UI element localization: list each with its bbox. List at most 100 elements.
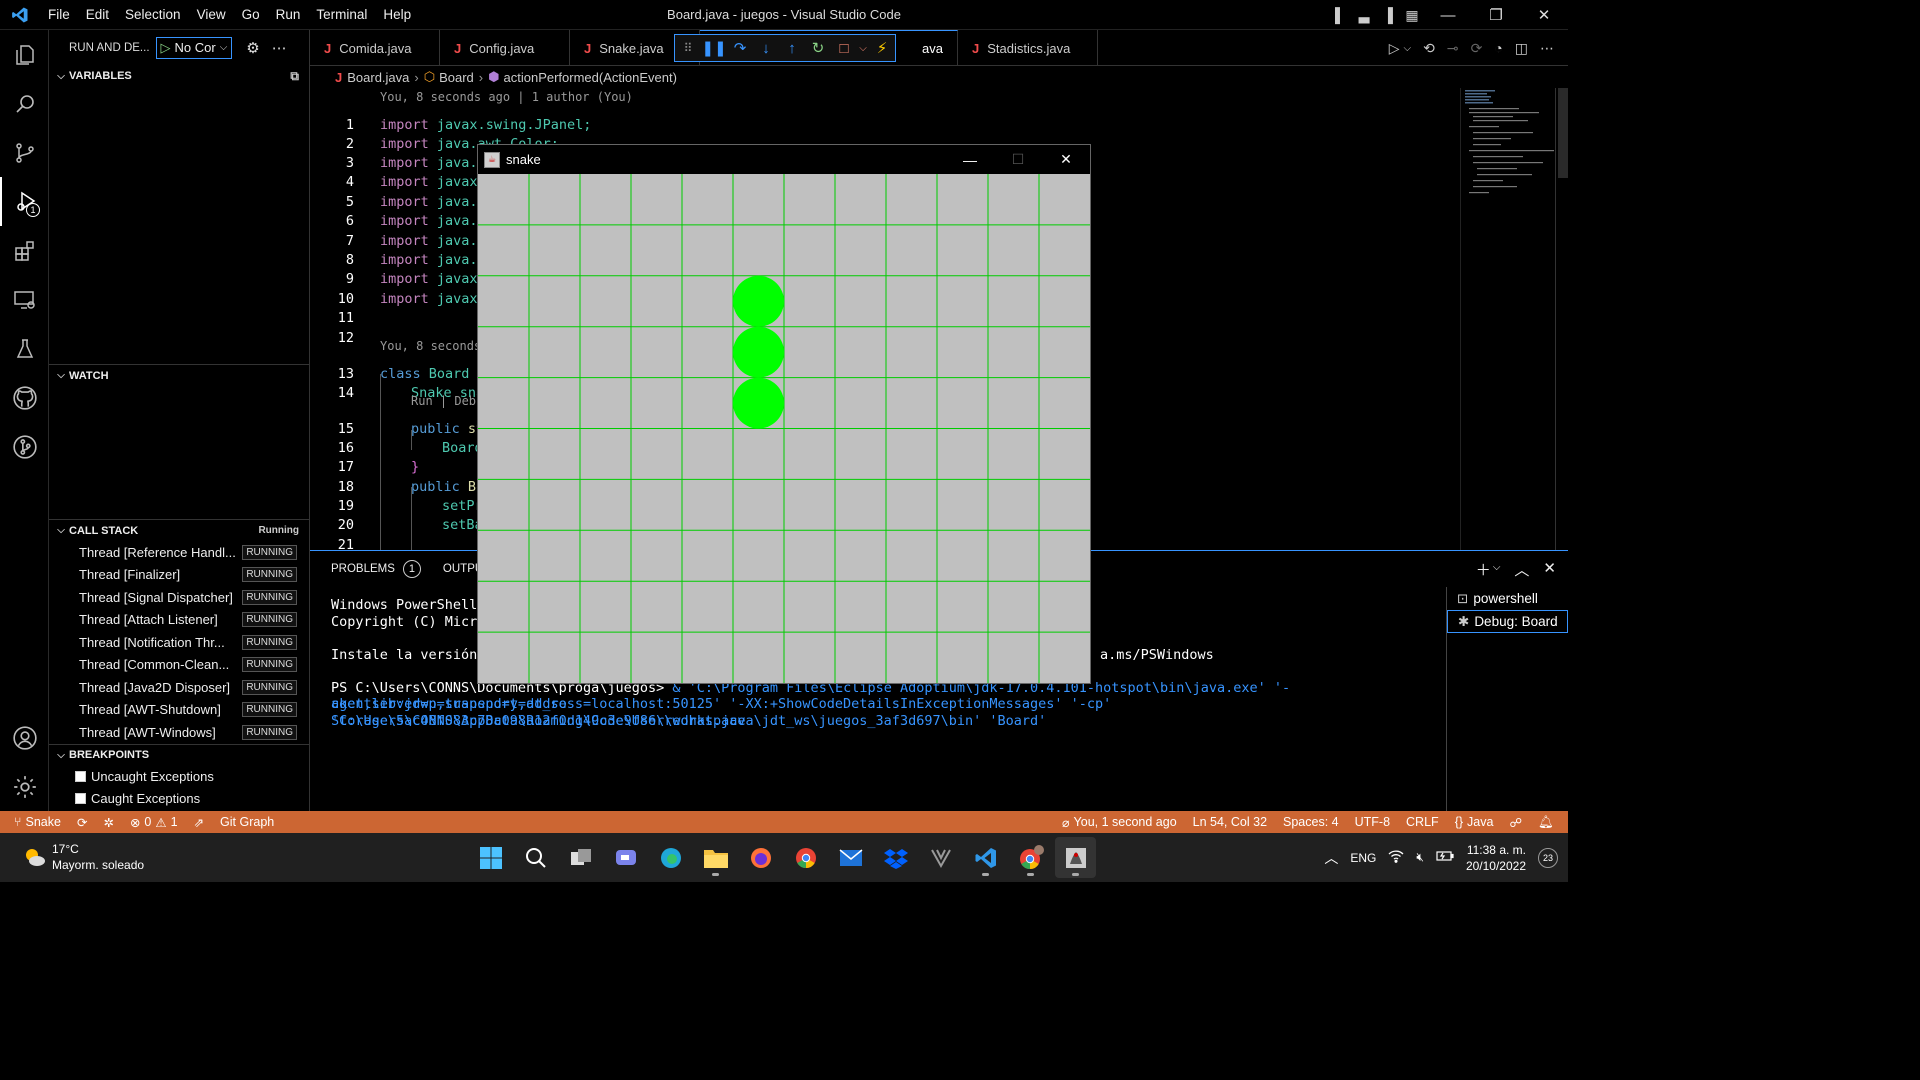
terminal-item-debug[interactable]: ✱ Debug: Board bbox=[1447, 610, 1568, 633]
breadcrumb-class[interactable]: Board bbox=[439, 70, 474, 85]
clock[interactable]: 11:38 a. m. 20/10/2022 bbox=[1466, 842, 1526, 874]
start-debug-icon[interactable]: ▷ bbox=[161, 40, 171, 56]
breakpoint-caught[interactable]: Caught Exceptions bbox=[49, 788, 309, 810]
cursor-position[interactable]: Ln 54, Col 32 bbox=[1185, 815, 1275, 830]
scrollbar-thumb[interactable] bbox=[1558, 88, 1568, 178]
menu-selection[interactable]: Selection bbox=[117, 7, 189, 22]
explorer-icon[interactable] bbox=[0, 30, 49, 79]
java-app-icon[interactable] bbox=[1055, 837, 1096, 878]
restore-button[interactable]: ❐ bbox=[1472, 0, 1520, 30]
collapse-all-icon[interactable]: ⧉ bbox=[290, 69, 299, 84]
chrome-icon[interactable] bbox=[785, 837, 826, 878]
code-line[interactable]: 16 Board bbox=[310, 438, 483, 457]
search-icon[interactable] bbox=[515, 837, 556, 878]
language-mode[interactable]: {} Java bbox=[1447, 815, 1502, 830]
code-line[interactable]: 14 Snake sna bbox=[310, 383, 484, 402]
minimize-button[interactable]: — bbox=[1424, 0, 1472, 30]
code-line[interactable]: 17} bbox=[310, 457, 419, 476]
code-line[interactable]: 5 import java.a bbox=[310, 192, 486, 211]
code-line[interactable]: 3 import java.a bbox=[310, 153, 486, 172]
notification-count-badge[interactable]: 23 bbox=[1538, 847, 1558, 868]
sync-icon[interactable]: ⟳ bbox=[69, 815, 95, 830]
indentation[interactable]: Spaces: 4 bbox=[1275, 815, 1347, 830]
wifi-icon[interactable] bbox=[1388, 849, 1404, 866]
git-blame-item[interactable]: ⌀ You, 1 second ago bbox=[1054, 815, 1185, 830]
go-back-icon[interactable]: ⟲ bbox=[1423, 40, 1435, 57]
restart-icon[interactable]: ↻ bbox=[805, 39, 831, 57]
customize-layout-icon[interactable]: ▦ bbox=[1400, 0, 1424, 30]
step-out-icon[interactable]: ↑ bbox=[779, 40, 805, 57]
code-line[interactable]: 10 import javax bbox=[310, 289, 478, 308]
more-actions-icon[interactable]: ⋯ bbox=[1540, 40, 1554, 57]
tab-config[interactable]: J Config.java bbox=[440, 30, 570, 66]
drag-handle-icon[interactable]: ⠿ bbox=[675, 41, 701, 55]
git-graph-icon[interactable] bbox=[0, 422, 49, 471]
code-line[interactable]: 12 bbox=[310, 328, 354, 347]
run-debug-icon[interactable]: 1 bbox=[0, 177, 49, 226]
menu-run[interactable]: Run bbox=[268, 7, 309, 22]
toggle-sidebar-icon[interactable]: ▌ bbox=[1328, 0, 1352, 30]
checkbox[interactable] bbox=[75, 771, 86, 782]
thread-item[interactable]: Thread [AWT-Shutdown] RUNNING bbox=[49, 699, 309, 722]
menu-view[interactable]: View bbox=[189, 7, 234, 22]
checkbox[interactable] bbox=[75, 793, 86, 804]
remote-explorer-icon[interactable] bbox=[0, 275, 49, 324]
end-of-line[interactable]: CRLF bbox=[1398, 815, 1447, 830]
tab-stadistics[interactable]: J Stadistics.java bbox=[958, 30, 1098, 66]
language-indicator[interactable]: ENG bbox=[1350, 851, 1376, 865]
edge-browser-icon[interactable] bbox=[650, 837, 691, 878]
thread-item[interactable]: Thread [Common-Clean... RUNNING bbox=[49, 654, 309, 677]
callstack-section-header[interactable]: ⌵ CALL STACK Running bbox=[49, 519, 309, 541]
code-line[interactable]: 6 import java.a bbox=[310, 211, 486, 230]
feedback-icon[interactable]: ☍ bbox=[1501, 815, 1530, 830]
terminal-item-powershell[interactable]: ⊡ powershell bbox=[1447, 587, 1568, 610]
menu-help[interactable]: Help bbox=[375, 7, 419, 22]
go-to-icon[interactable]: ⊸ bbox=[1447, 40, 1459, 57]
code-line[interactable]: 18 public Bo bbox=[310, 477, 484, 496]
run-java-icon[interactable]: ▷ bbox=[1389, 40, 1400, 57]
timeline-icon[interactable]: ◔ bbox=[1494, 40, 1502, 56]
mail-icon[interactable] bbox=[830, 837, 871, 878]
menu-terminal[interactable]: Terminal bbox=[308, 7, 375, 22]
step-over-icon[interactable]: ↷ bbox=[727, 39, 753, 57]
extensions-icon[interactable] bbox=[0, 226, 49, 275]
firefox-icon[interactable] bbox=[740, 837, 781, 878]
stop-icon[interactable]: □ bbox=[831, 40, 857, 57]
code-line[interactable]: 20 setBa bbox=[310, 515, 483, 534]
thread-item[interactable]: Thread [Reference Handl... RUNNING bbox=[49, 541, 309, 564]
more-actions-icon[interactable]: ⋯ bbox=[272, 39, 287, 57]
git-graph-button[interactable]: Git Graph bbox=[212, 815, 282, 829]
github-icon[interactable] bbox=[0, 373, 49, 422]
vscode-taskbar-icon[interactable] bbox=[965, 837, 1006, 878]
code-line[interactable]: 9 import javax bbox=[310, 269, 478, 288]
step-into-icon[interactable]: ↓ bbox=[753, 40, 779, 57]
testing-flask-icon[interactable] bbox=[0, 324, 49, 373]
encoding[interactable]: UTF-8 bbox=[1347, 815, 1398, 830]
code-line[interactable]: 7 import java.u bbox=[310, 231, 486, 250]
breadcrumb-file[interactable]: Board.java bbox=[347, 70, 409, 85]
menu-file[interactable]: File bbox=[40, 7, 78, 22]
codelens-blame[interactable]: You, 8 seconds ago | 1 author (You) bbox=[380, 90, 633, 106]
breakpoint-uncaught[interactable]: Uncaught Exceptions bbox=[49, 766, 309, 788]
menu-go[interactable]: Go bbox=[234, 7, 268, 22]
close-panel-icon[interactable]: ✕ bbox=[1543, 559, 1556, 580]
code-line[interactable]: 11 bbox=[310, 308, 354, 327]
code-line[interactable]: 19 setPr bbox=[310, 496, 483, 515]
start-windows-icon[interactable] bbox=[470, 837, 511, 878]
minimap[interactable] bbox=[1460, 88, 1568, 550]
code-line[interactable]: 2 import java.awt.Color; bbox=[310, 134, 559, 153]
editor-scrollbar[interactable] bbox=[1555, 88, 1568, 550]
debug-run-icon[interactable]: ⇗ bbox=[186, 815, 212, 830]
dropbox-icon[interactable] bbox=[875, 837, 916, 878]
maximize-button[interactable]: ☐ bbox=[994, 145, 1042, 174]
thread-item[interactable]: Thread [Notification Thr... RUNNING bbox=[49, 631, 309, 654]
tab-problems[interactable]: PROBLEMS 1 bbox=[331, 560, 421, 578]
thread-item[interactable]: Thread [Finalizer] RUNNING bbox=[49, 564, 309, 587]
close-button[interactable]: ✕ bbox=[1042, 145, 1090, 174]
toggle-secondary-sidebar-icon[interactable]: ▐ bbox=[1376, 0, 1400, 30]
weather-widget[interactable]: 17°C Mayorm. soleado bbox=[22, 841, 144, 873]
maximize-panel-icon[interactable]: ︿ bbox=[1514, 559, 1529, 580]
teams-chat-icon[interactable] bbox=[605, 837, 646, 878]
chevron-down-icon[interactable]: ⌵ bbox=[857, 43, 869, 54]
go-forward-icon[interactable]: ⟳ bbox=[1471, 40, 1483, 57]
